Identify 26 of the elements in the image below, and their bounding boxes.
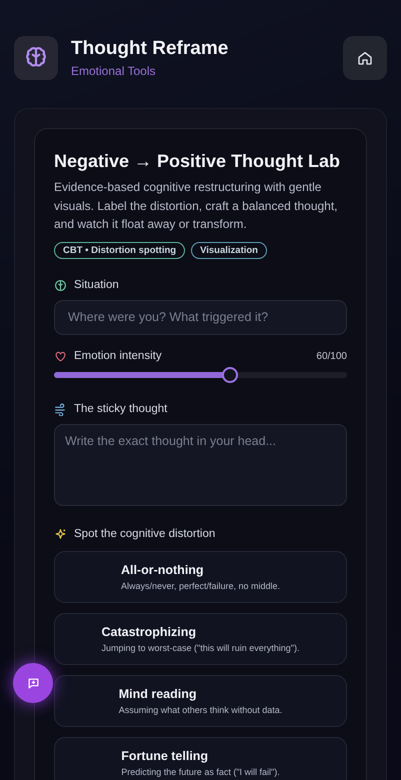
distortion-option[interactable]: Mind reading Assuming what others think without data.: [54, 674, 347, 726]
tag-chip: Visualization: [191, 242, 267, 258]
tag-chip: CBT • Distortion spotting: [54, 242, 186, 258]
chat-icon: [26, 676, 40, 690]
app-title: Thought Reframe: [71, 38, 230, 60]
thought-label: The sticky thought: [74, 403, 168, 415]
intensity-reading: 60/100: [316, 350, 347, 362]
thought-field[interactable]: Write the exact thought in your head...: [54, 424, 347, 506]
lab-title: Negative → Positive Thought Lab: [54, 151, 342, 172]
intensity-label: Emotion intensity: [74, 350, 162, 362]
distortion-option[interactable]: All-or-nothing Always/never, perfect/failure, no middle.: [54, 550, 347, 602]
situation-label: Situation: [74, 279, 119, 291]
brain-logo-icon: [14, 36, 58, 80]
app-subtitle: Emotional Tools: [71, 64, 156, 78]
situation-field[interactable]: Where were you? What triggered it?: [54, 300, 347, 334]
slider-thumb[interactable]: [222, 366, 238, 382]
home-icon: [357, 50, 373, 66]
wind-icon: [54, 402, 67, 416]
heart-icon: [54, 350, 67, 362]
home-button[interactable]: [343, 36, 387, 80]
distortion-label: Spot the cognitive distortion: [74, 528, 216, 540]
intensity-slider[interactable]: [54, 366, 347, 382]
lab-description: Evidence-based cognitive restructuring with gentle visuals. Label the distortion, craft a balanced thought, and watch it float away or transform.: [54, 179, 339, 233]
distortion-option[interactable]: Fortune telling Predicting the future as fact ("I will fail").: [54, 736, 347, 780]
distortion-option[interactable]: Catastrophizing Jumping to worst-case ("this will ruin everything").: [54, 612, 347, 664]
sparkle-icon: [54, 528, 67, 540]
